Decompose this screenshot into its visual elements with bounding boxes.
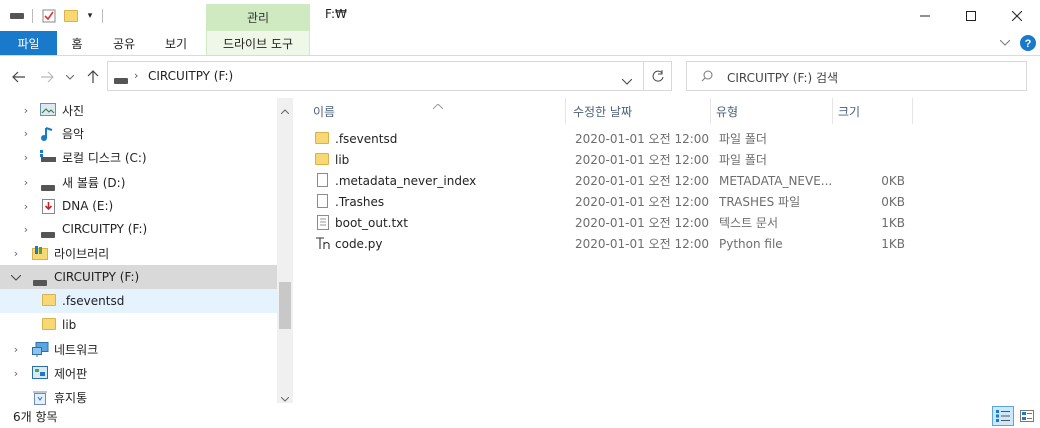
- recycle-bin-icon: [33, 390, 49, 405]
- tab-drive-tools[interactable]: 드라이브 도구: [206, 31, 310, 55]
- large-icons-view-icon: [1020, 410, 1034, 422]
- column-header-date[interactable]: 수정한 날짜: [568, 98, 711, 124]
- nav-item-music[interactable]: › 음악: [0, 121, 277, 145]
- folder-icon: [315, 132, 329, 146]
- nav-item-new-volume-d[interactable]: › 새 볼륨 (D:): [0, 170, 277, 194]
- svg-text:?: ?: [1025, 38, 1032, 50]
- drive-icon: [114, 73, 128, 87]
- folder-icon: [315, 153, 329, 167]
- drive-icon: [41, 180, 57, 194]
- tab-file[interactable]: 파일: [0, 31, 57, 55]
- scroll-up-icon[interactable]: [280, 103, 290, 117]
- up-button[interactable]: [84, 68, 102, 86]
- folder-icon: [42, 294, 58, 308]
- network-icon: [32, 342, 49, 357]
- control-panel-icon: [32, 366, 48, 380]
- file-list: 이름 수정한 날짜 유형 크기 .fseventsd 2020-01-01 오전…: [296, 98, 1040, 403]
- tab-view[interactable]: 보기: [152, 31, 200, 55]
- manage-context-tab[interactable]: 관리: [206, 4, 310, 31]
- expand-chevron-icon[interactable]: ›: [11, 343, 21, 356]
- window-title: F:₩: [325, 7, 347, 21]
- text-file-icon: [317, 215, 331, 230]
- expand-ribbon-icon[interactable]: [996, 31, 1014, 55]
- drive-icon: [33, 275, 49, 289]
- column-header-type[interactable]: 유형: [711, 98, 833, 124]
- nav-item-circuitpy-f[interactable]: › CIRCUITPY (F:): [0, 217, 277, 241]
- tab-home[interactable]: 홈: [57, 31, 97, 55]
- nav-item-network[interactable]: › 네트워크: [0, 337, 277, 361]
- address-row: › CIRCUITPY (F:) CIRCUITPY (F:) 검색: [0, 56, 1040, 98]
- expand-chevron-icon[interactable]: ›: [21, 223, 31, 236]
- python-file-icon: [315, 236, 330, 250]
- properties-icon[interactable]: [40, 7, 58, 25]
- table-row[interactable]: boot_out.txt 2020-01-01 오전 12:00 텍스트 문서 …: [308, 212, 918, 233]
- library-icon: [32, 246, 48, 260]
- minimize-button[interactable]: [902, 0, 948, 31]
- column-header-name[interactable]: 이름: [308, 98, 566, 124]
- local-disk-icon: [40, 150, 56, 164]
- column-header-size[interactable]: 크기: [833, 98, 913, 124]
- scroll-thumb[interactable]: [279, 282, 291, 329]
- drive-icon: [8, 7, 26, 25]
- table-row[interactable]: .metadata_never_index 2020-01-01 오전 12:0…: [308, 170, 918, 191]
- search-input[interactable]: CIRCUITPY (F:) 검색: [686, 61, 1027, 91]
- nav-item-pictures[interactable]: › 사진: [0, 98, 277, 122]
- table-row[interactable]: .Trashes 2020-01-01 오전 12:00 TRASHES 파일 …: [308, 191, 918, 212]
- status-bar: 6개 항목: [0, 403, 1040, 428]
- details-view-icon: [996, 410, 1010, 422]
- ribbon-tabs: 파일 홈 공유 보기 드라이브 도구 ?: [0, 31, 1040, 56]
- nav-item-control-panel[interactable]: › 제어판: [0, 361, 277, 385]
- separator: [100, 7, 104, 25]
- expand-chevron-icon[interactable]: ›: [21, 151, 31, 164]
- pictures-icon: [40, 103, 56, 117]
- breadcrumb[interactable]: CIRCUITPY (F:): [148, 69, 233, 83]
- nav-scrollbar[interactable]: [277, 98, 293, 403]
- close-button[interactable]: [994, 0, 1040, 31]
- customize-quick-access-icon[interactable]: ▾: [84, 7, 96, 25]
- breadcrumb-chevron-icon[interactable]: ›: [134, 69, 138, 82]
- nav-item-lib[interactable]: lib: [0, 313, 277, 337]
- collapse-chevron-icon[interactable]: [10, 271, 22, 284]
- address-dropdown-icon[interactable]: [621, 74, 633, 88]
- expand-chevron-icon[interactable]: ›: [21, 127, 31, 140]
- drive-icon: [41, 227, 57, 241]
- nav-item-dna-e[interactable]: › DNA (E:): [0, 194, 277, 218]
- back-button[interactable]: [10, 68, 28, 86]
- dna-drive-icon: [42, 199, 58, 214]
- new-folder-icon[interactable]: [62, 7, 80, 25]
- table-row[interactable]: code.py 2020-01-01 오전 12:00 Python file …: [308, 233, 918, 254]
- title-bar: ▾ 관리 F:₩: [0, 0, 1040, 31]
- help-icon[interactable]: ?: [1019, 31, 1037, 55]
- expand-chevron-icon[interactable]: ›: [11, 247, 21, 260]
- music-icon: [41, 126, 57, 141]
- expand-chevron-icon[interactable]: ›: [21, 104, 31, 117]
- refresh-icon: [652, 70, 663, 82]
- separator: [30, 7, 34, 25]
- file-icon: [317, 173, 331, 187]
- recent-locations-icon[interactable]: [64, 68, 76, 86]
- expand-chevron-icon[interactable]: ›: [21, 176, 31, 189]
- details-view-button[interactable]: [992, 406, 1014, 426]
- forward-button[interactable]: [38, 68, 56, 86]
- folder-icon: [42, 318, 58, 332]
- table-row[interactable]: lib 2020-01-01 오전 12:00 파일 폴더: [308, 149, 918, 170]
- file-icon: [317, 194, 331, 208]
- navigation-pane: › 사진 › 음악 › 로컬 디스크 (C:) › 새 볼륨 (D:) › DN…: [0, 98, 277, 405]
- expand-chevron-icon[interactable]: ›: [21, 200, 31, 213]
- tab-share[interactable]: 공유: [100, 31, 148, 55]
- search-icon: [701, 70, 713, 85]
- maximize-button[interactable]: [948, 0, 994, 31]
- expand-chevron-icon[interactable]: ›: [11, 367, 21, 380]
- item-count: 6개 항목: [13, 410, 58, 424]
- search-placeholder: CIRCUITPY (F:) 검색: [727, 71, 839, 85]
- large-icons-view-button[interactable]: [1016, 406, 1038, 426]
- nav-item-libraries[interactable]: › 라이브러리: [0, 241, 277, 265]
- nav-item-circuitpy-f-selected[interactable]: CIRCUITPY (F:): [0, 265, 277, 289]
- address-bar[interactable]: › CIRCUITPY (F:): [107, 61, 644, 91]
- nav-item-fseventsd[interactable]: .fseventsd: [0, 289, 277, 313]
- nav-item-local-disk-c[interactable]: › 로컬 디스크 (C:): [0, 145, 277, 169]
- refresh-button[interactable]: [644, 61, 672, 91]
- table-row[interactable]: .fseventsd 2020-01-01 오전 12:00 파일 폴더: [308, 128, 918, 149]
